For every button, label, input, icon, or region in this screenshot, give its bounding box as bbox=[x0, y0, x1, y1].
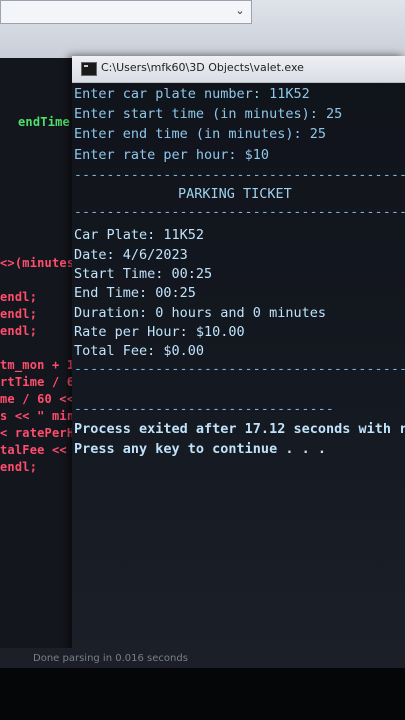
code-line: tm_mon + 1 bbox=[0, 358, 75, 372]
code-line: endTime bbox=[18, 115, 70, 129]
code-line: me / 60 << bbox=[0, 392, 75, 406]
code-line: endl; bbox=[0, 324, 38, 338]
prompt-start-time: Enter start time (in minutes): 25 bbox=[74, 106, 343, 122]
ticket-start-time: Start Time: 00:25 bbox=[74, 266, 213, 282]
chevron-down-icon[interactable]: ⌄ bbox=[233, 3, 247, 19]
ticket-end-time: End Time: 00:25 bbox=[74, 285, 196, 301]
console-window[interactable]: C:\Users\mfk60\3D Objects\valet.exe Ente… bbox=[72, 56, 405, 654]
ticket-rate: Rate per Hour: $10.00 bbox=[74, 324, 245, 340]
separator-line: ----------------------------------------… bbox=[74, 362, 405, 377]
ticket-car-plate: Car Plate: 11K52 bbox=[74, 227, 205, 243]
code-line: endl; bbox=[0, 307, 38, 321]
code-line: <>(minutes bbox=[0, 256, 75, 270]
status-bar: Done parsing in 0.016 seconds bbox=[0, 648, 405, 668]
code-line: endl; bbox=[0, 290, 38, 304]
status-text: Done parsing in 0.016 seconds bbox=[33, 653, 188, 664]
code-line: talFee << bbox=[0, 443, 67, 457]
screen-bezel bbox=[0, 668, 405, 720]
ticket-total-fee: Total Fee: $0.00 bbox=[74, 343, 205, 359]
separator-line-short: -------------------------------- bbox=[74, 402, 335, 417]
prompt-plate: Enter car plate number: 11K52 bbox=[74, 86, 310, 102]
code-editor[interactable]: endTime <>(minutes endl; endl; endl; tm_… bbox=[0, 58, 80, 648]
console-app-icon bbox=[81, 62, 97, 76]
prompt-end-time: Enter end time (in minutes): 25 bbox=[74, 126, 326, 142]
function-dropdown[interactable]: ⌄ bbox=[0, 0, 252, 24]
continue-message: Press any key to continue . . . bbox=[74, 441, 326, 457]
code-line: < ratePerH bbox=[0, 426, 75, 440]
console-title: C:\Users\mfk60\3D Objects\valet.exe bbox=[101, 61, 304, 74]
ticket-date: Date: 4/6/2023 bbox=[74, 247, 188, 263]
code-line: s << " min bbox=[0, 409, 75, 423]
separator-line: ----------------------------------------… bbox=[74, 168, 405, 183]
code-line: endl; bbox=[0, 460, 38, 474]
ide-toolbar: ⌄ bbox=[0, 0, 405, 58]
prompt-rate: Enter rate per hour: $10 bbox=[74, 147, 270, 163]
exit-message: Process exited after 17.12 seconds with … bbox=[74, 421, 405, 437]
ticket-heading: PARKING TICKET bbox=[178, 186, 292, 202]
code-line: rtTime / 6 bbox=[0, 375, 75, 389]
separator-line: ----------------------------------------… bbox=[74, 205, 405, 220]
console-titlebar[interactable]: C:\Users\mfk60\3D Objects\valet.exe bbox=[72, 56, 405, 83]
ticket-duration: Duration: 0 hours and 0 minutes bbox=[74, 305, 326, 321]
